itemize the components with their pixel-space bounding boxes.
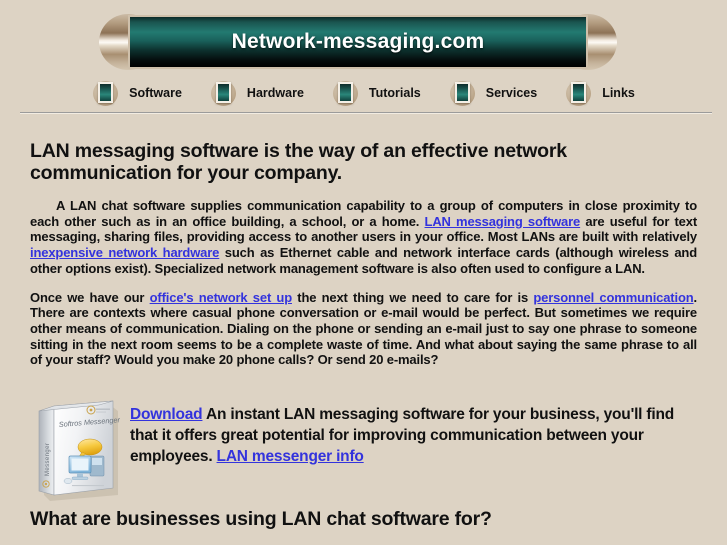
header-divider (20, 112, 712, 114)
download-promo: Messenger Softros Messenger Download An … (30, 398, 697, 501)
link-inexpensive-network-hardware[interactable]: inexpensive network hardware (30, 245, 219, 260)
nav-label-tutorials: Tutorials (368, 86, 421, 100)
nav-item-software[interactable]: Software (92, 80, 182, 106)
download-description: Download An instant LAN messaging softwa… (130, 398, 697, 467)
nav-label-services: Services (485, 86, 538, 100)
book-icon (332, 80, 360, 106)
site-title: Network-messaging.com (231, 30, 485, 53)
product-box-image: Messenger Softros Messenger (30, 398, 122, 501)
site-banner: Network-messaging.com (99, 14, 617, 70)
main-navigation: Software Hardware Tutorials Services Lin… (0, 78, 727, 108)
link-office-network-set-up[interactable]: office's network set up (150, 290, 293, 305)
book-icon (210, 80, 238, 106)
link-personnel-communication[interactable]: personnel communication (533, 290, 693, 305)
paragraph-communication-text-2: the next thing we need to care for is (291, 289, 534, 305)
nav-item-services[interactable]: Services (449, 80, 537, 106)
site-header: Network-messaging.com (0, 0, 727, 72)
main-content: LAN messaging software is the way of an … (30, 140, 697, 381)
nav-item-hardware[interactable]: Hardware (210, 80, 304, 106)
link-lan-messaging-software[interactable]: LAN messaging software (425, 214, 581, 229)
nav-item-tutorials[interactable]: Tutorials (332, 80, 421, 106)
link-download[interactable]: Download (130, 406, 203, 423)
download-description-text: An instant LAN messaging software for yo… (130, 406, 674, 465)
nav-item-links[interactable]: Links (565, 80, 635, 106)
paragraph-communication-text-1: Once we have our (30, 289, 150, 305)
softros-messenger-box-icon: Messenger Softros Messenger (38, 400, 121, 501)
link-lan-messenger-info[interactable]: LAN messenger info (217, 448, 364, 465)
banner-plate: Network-messaging.com (128, 15, 588, 69)
page-title: LAN messaging software is the way of an … (30, 140, 567, 184)
book-icon (565, 80, 593, 106)
paragraph-communication: Once we have our office's network set up… (30, 290, 697, 369)
book-icon (92, 80, 120, 106)
nav-label-links: Links (602, 86, 635, 100)
svg-text:Messenger: Messenger (45, 443, 51, 476)
nav-label-hardware: Hardware (246, 86, 304, 100)
paragraph-intro: A LAN chat software supplies communicati… (30, 198, 697, 277)
nav-label-software: Software (129, 86, 182, 100)
section-heading-businesses: What are businesses using LAN chat softw… (30, 508, 492, 530)
book-icon (449, 80, 477, 106)
